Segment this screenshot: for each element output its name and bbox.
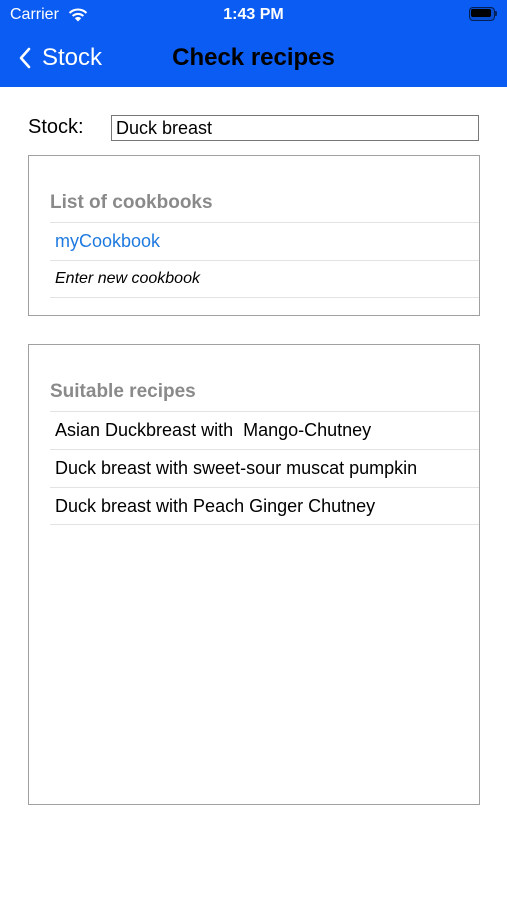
new-cookbook-label: Enter new cookbook (55, 270, 200, 287)
screen: Carrier 1:43 PM Stock Check recipes Stoc… (0, 0, 507, 900)
battery-icon (469, 7, 497, 21)
recipe-item[interactable]: Duck breast with sweet-sour muscat pumpk… (50, 449, 479, 487)
recipe-item-label: Duck breast with sweet-sour muscat pumpk… (55, 458, 418, 478)
cookbooks-list: List of cookbooks myCookbook Enter new c… (28, 155, 480, 316)
navigation-bar: Stock Check recipes (0, 30, 507, 87)
page-title: Check recipes (172, 44, 335, 71)
recipe-item[interactable]: Duck breast with Peach Ginger Chutney (50, 487, 479, 525)
recipe-item[interactable]: Asian Duckbreast with Mango-Chutney (50, 411, 479, 449)
cookbook-item-label: myCookbook (55, 231, 161, 251)
stock-input[interactable] (111, 115, 479, 141)
stock-label: Stock: (28, 116, 84, 138)
cookbooks-section-header: List of cookbooks (50, 192, 213, 213)
header: Carrier 1:43 PM Stock Check recipes (0, 0, 507, 87)
recipes-section-header: Suitable recipes (50, 381, 196, 402)
recipes-list: Suitable recipes Asian Duckbreast with M… (28, 344, 480, 805)
recipe-item-label: Asian Duckbreast with Mango-Chutney (55, 420, 372, 440)
recipe-item-label: Duck breast with Peach Ginger Chutney (55, 495, 376, 516)
status-bar: Carrier 1:43 PM (0, 0, 507, 30)
cookbook-item[interactable]: myCookbook (50, 222, 479, 260)
status-time: 1:43 PM (223, 6, 284, 23)
new-cookbook-entry[interactable]: Enter new cookbook (50, 260, 479, 298)
